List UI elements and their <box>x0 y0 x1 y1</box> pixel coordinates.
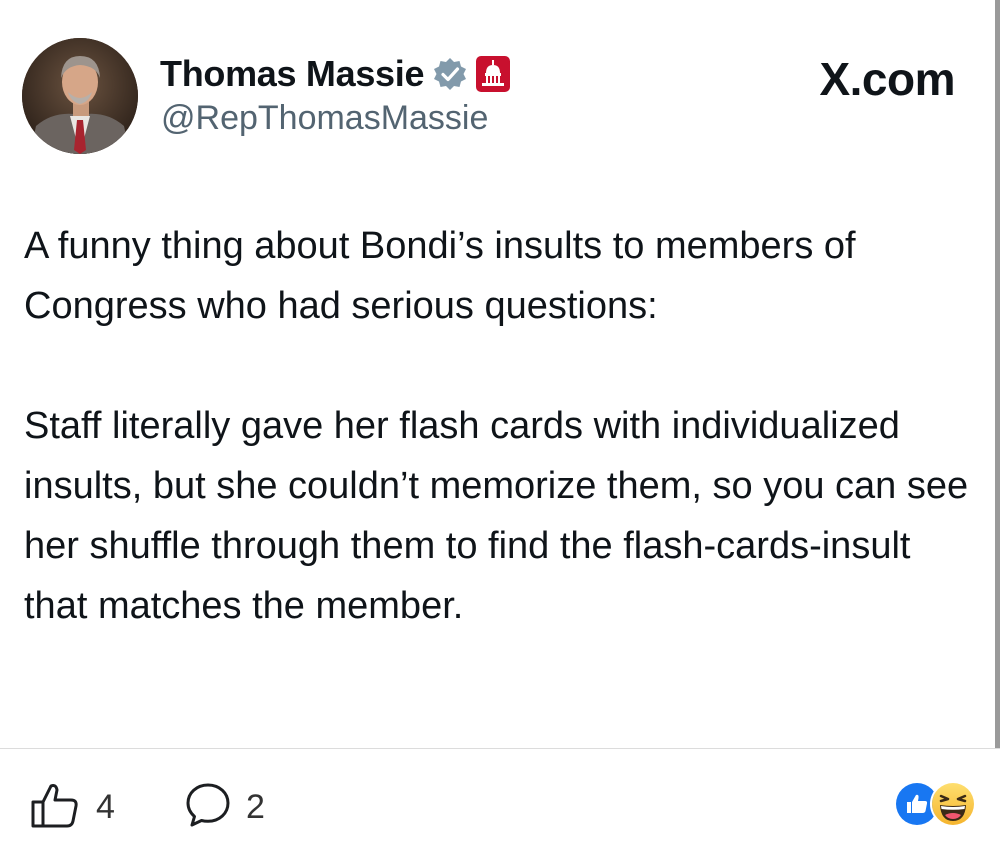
user-handle[interactable]: @RepThomasMassie <box>161 99 488 138</box>
tweet-text: A funny thing about Bondi’s insults to m… <box>24 216 984 636</box>
tweet-paragraph: A funny thing about Bondi’s insults to m… <box>24 225 856 327</box>
author-name-row: Thomas Massie <box>160 52 511 96</box>
comment-count: 2 <box>246 788 265 826</box>
like-button[interactable]: 4 <box>30 781 115 834</box>
avatar[interactable] <box>22 38 138 154</box>
comment-bubble-icon <box>184 781 232 834</box>
reaction-summary[interactable] <box>896 781 978 827</box>
right-edge-border <box>995 0 1000 748</box>
haha-reaction-icon <box>932 783 974 825</box>
verified-badge-icon <box>432 56 468 92</box>
tweet-header: Thomas Massie @RepThomasMassie X.com <box>0 0 995 180</box>
comment-button[interactable]: 2 <box>184 781 265 834</box>
like-count: 4 <box>96 788 115 826</box>
tweet-paragraph: Staff literally gave her flash cards wit… <box>24 405 969 627</box>
display-name[interactable]: Thomas Massie <box>160 53 425 95</box>
post-action-bar: 4 2 <box>0 749 1000 843</box>
x-com-watermark: X.com <box>819 53 955 105</box>
us-capitol-icon <box>476 56 511 92</box>
thumbs-up-icon <box>30 781 80 834</box>
